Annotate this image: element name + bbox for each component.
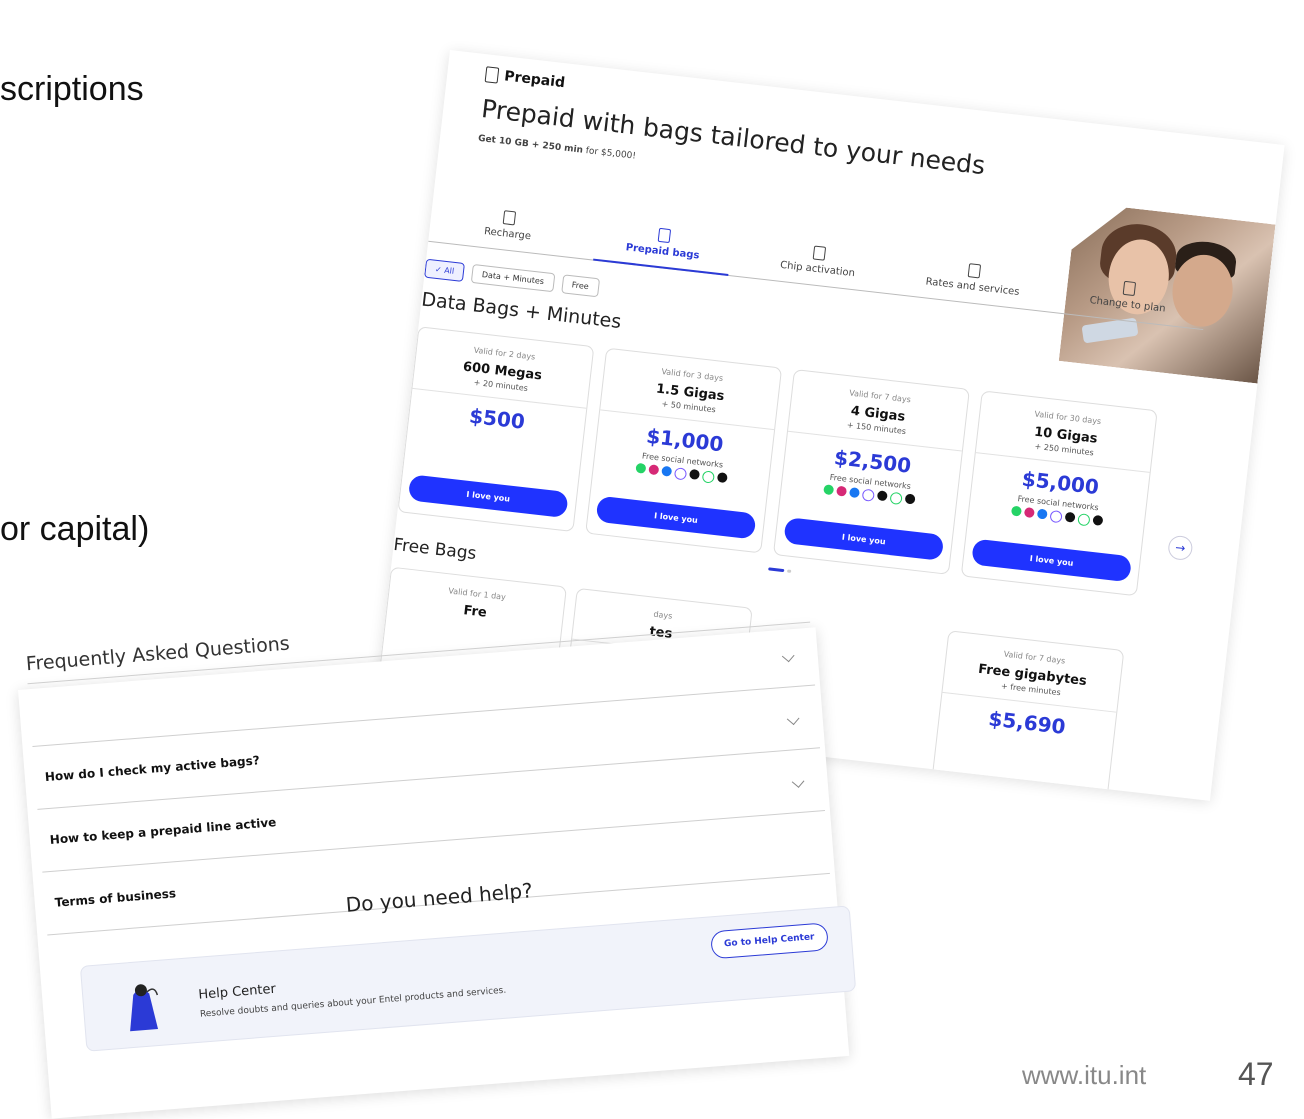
brand-label: Prepaid <box>503 68 566 92</box>
instagram-icon <box>835 485 847 497</box>
tiktok-icon <box>1064 511 1076 523</box>
tab-recharge[interactable]: Recharge <box>428 171 591 258</box>
free-bag-card: Valid for 7 days Free gigabytes + free m… <box>927 630 1125 801</box>
whatsapp-icon <box>634 462 646 474</box>
help-center-card: Help Center Resolve doubts and queries a… <box>79 905 857 1052</box>
recharge-icon <box>502 210 517 226</box>
tab-chip-activation[interactable]: Chip activation <box>738 207 901 294</box>
messenger-icon <box>1048 509 1063 524</box>
x-icon <box>904 493 916 505</box>
page-number: 47 <box>1238 1056 1274 1092</box>
tiktok-icon <box>688 468 700 480</box>
buy-button[interactable]: I love you <box>407 474 569 519</box>
filter-free[interactable]: Free <box>560 274 600 298</box>
buy-button[interactable]: I love you <box>595 495 757 540</box>
facebook-icon <box>660 465 672 477</box>
bag-card: Valid for 3 days 1.5 Gigas + 50 minutes … <box>585 347 783 554</box>
slide-text-subscriptions: scriptions <box>0 70 144 108</box>
messenger-icon <box>861 488 875 502</box>
swap-icon <box>1122 280 1137 297</box>
facebook-icon <box>848 487 860 499</box>
help-center-name: Help Center <box>197 981 277 1003</box>
instagram-icon <box>1023 506 1035 519</box>
go-to-help-center-button[interactable]: Go to Help Center <box>710 922 829 960</box>
help-person-icon <box>130 984 159 1032</box>
slide-text-capital: or capital) <box>0 510 150 548</box>
x-icon <box>1091 514 1103 526</box>
chip-icon <box>812 245 827 261</box>
sim-icon <box>657 227 672 244</box>
whatsapp-icon <box>1010 505 1022 517</box>
carousel-dot[interactable] <box>768 567 785 573</box>
buy-button[interactable]: I love you <box>937 778 1099 801</box>
next-arrow-icon[interactable]: → <box>1167 534 1194 562</box>
free-bags-title: Free Bags <box>392 534 478 565</box>
footer-url[interactable]: www.itu.int <box>1022 1060 1146 1091</box>
chevron-down-icon <box>791 774 805 788</box>
faq-screenshot: Frequently Asked Questions How do I chec… <box>18 621 857 1119</box>
carousel-dots <box>768 567 792 573</box>
chat-icon <box>701 470 715 484</box>
tab-rates-services[interactable]: Rates and services <box>893 224 1056 311</box>
instagram-icon <box>647 464 659 476</box>
sim-icon <box>484 66 500 84</box>
filter-all[interactable]: ✓ All <box>424 258 466 282</box>
bag-card: Valid for 30 days 10 Gigas + 250 minutes… <box>960 390 1158 597</box>
filter-data-minutes[interactable]: Data + Minutes <box>470 263 555 293</box>
whatsapp-icon <box>822 484 834 496</box>
facebook-icon <box>1036 508 1048 520</box>
bag-card: Valid for 7 days 4 Gigas + 150 minutes $… <box>772 369 970 575</box>
messenger-icon <box>673 467 687 481</box>
x-icon <box>716 471 728 484</box>
tiktok-icon <box>876 490 888 502</box>
carousel-dot[interactable] <box>787 569 792 573</box>
tab-prepaid-bags[interactable]: Prepaid bags <box>583 189 746 276</box>
chat-icon <box>1076 513 1091 527</box>
page-title: Prepaid with bags tailored to your needs <box>479 94 987 181</box>
chat-icon <box>888 491 903 505</box>
chevron-down-icon <box>781 649 795 662</box>
brand: Prepaid <box>484 66 566 92</box>
buy-button[interactable]: I love you <box>783 517 945 561</box>
document-icon <box>967 263 982 279</box>
bag-card: Valid for 2 days 600 Megas + 20 minutes … <box>397 326 595 533</box>
buy-button[interactable]: I love you <box>971 538 1133 583</box>
bag-cards: Valid for 2 days 600 Megas + 20 minutes … <box>397 326 1158 597</box>
chevron-down-icon <box>786 711 800 725</box>
